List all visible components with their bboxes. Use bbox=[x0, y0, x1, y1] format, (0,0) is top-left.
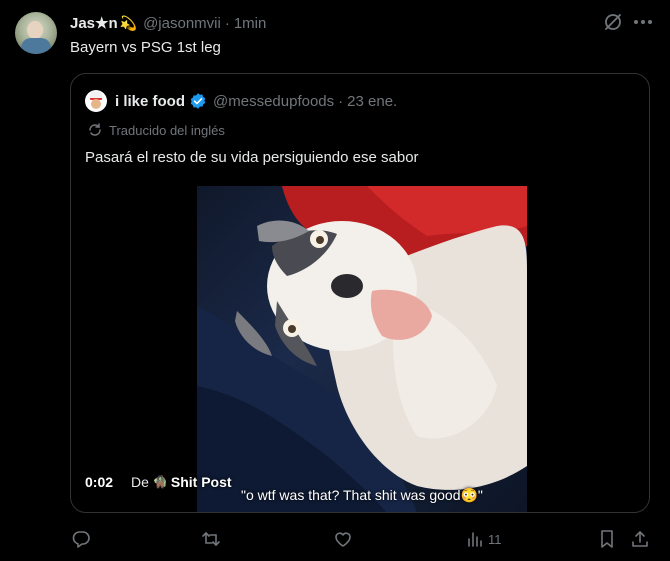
video-player[interactable] bbox=[197, 186, 527, 512]
reply-button[interactable] bbox=[71, 528, 91, 550]
translated-indicator[interactable]: Traducido del inglés bbox=[87, 122, 225, 138]
quote-header: i like food @messedupfoods · 23 ene. bbox=[85, 90, 397, 112]
views-button[interactable]: 11 bbox=[466, 528, 502, 550]
author-handle[interactable]: @jasonmvii bbox=[143, 15, 221, 32]
quote-text: Pasará el resto de su vida persiguiendo … bbox=[85, 149, 419, 166]
chef-face bbox=[91, 99, 101, 109]
bookmark-button[interactable] bbox=[598, 528, 616, 550]
author-name[interactable]: Jas★n bbox=[70, 14, 118, 32]
repost-icon bbox=[202, 532, 220, 546]
video-frame bbox=[197, 186, 527, 512]
video-timestamp: 0:02 bbox=[85, 474, 114, 490]
quoted-tweet[interactable]: i like food @messedupfoods · 23 ene. Tra… bbox=[70, 73, 650, 513]
quote-time[interactable]: 23 ene. bbox=[347, 93, 397, 110]
video-source[interactable]: De 🧌 Shit Post bbox=[131, 474, 232, 490]
separator: · bbox=[224, 14, 230, 32]
views-count: 11 bbox=[488, 531, 502, 547]
views-icon bbox=[468, 532, 482, 547]
avatar-body bbox=[21, 38, 51, 54]
video-caption: "o wtf was that? That shit was good😳" bbox=[241, 487, 483, 503]
quote-separator: · bbox=[338, 92, 344, 110]
source-emoji: 🧌 bbox=[152, 475, 168, 489]
more-options-icon[interactable] bbox=[632, 11, 654, 33]
heart-icon bbox=[335, 532, 351, 547]
tweet-header: Jas★n 💫 @jasonmvii · 1min bbox=[70, 13, 266, 33]
translate-icon bbox=[89, 123, 101, 136]
author-emoji: 💫 bbox=[119, 14, 138, 31]
translated-label: Traducido del inglés bbox=[109, 122, 225, 138]
tweet-text: Bayern vs PSG 1st leg bbox=[70, 39, 221, 56]
repost-button[interactable] bbox=[201, 528, 221, 550]
quote-author-name[interactable]: i like food bbox=[115, 93, 185, 110]
source-name[interactable]: Shit Post bbox=[171, 474, 232, 490]
share-icon bbox=[632, 531, 648, 547]
reply-icon bbox=[72, 531, 90, 548]
verified-badge-icon bbox=[190, 93, 206, 109]
bookmark-icon bbox=[601, 530, 613, 548]
avatar-face bbox=[27, 21, 43, 39]
action-bar: 11 bbox=[0, 528, 670, 550]
share-button[interactable] bbox=[630, 528, 650, 550]
source-prefix: De bbox=[131, 474, 149, 490]
author-avatar[interactable] bbox=[15, 12, 57, 54]
quote-avatar[interactable] bbox=[85, 90, 107, 112]
tweet-time[interactable]: 1min bbox=[234, 15, 267, 32]
quote-author-handle[interactable]: @messedupfoods bbox=[213, 93, 334, 110]
grok-icon[interactable] bbox=[602, 11, 624, 33]
like-button[interactable] bbox=[333, 528, 353, 550]
